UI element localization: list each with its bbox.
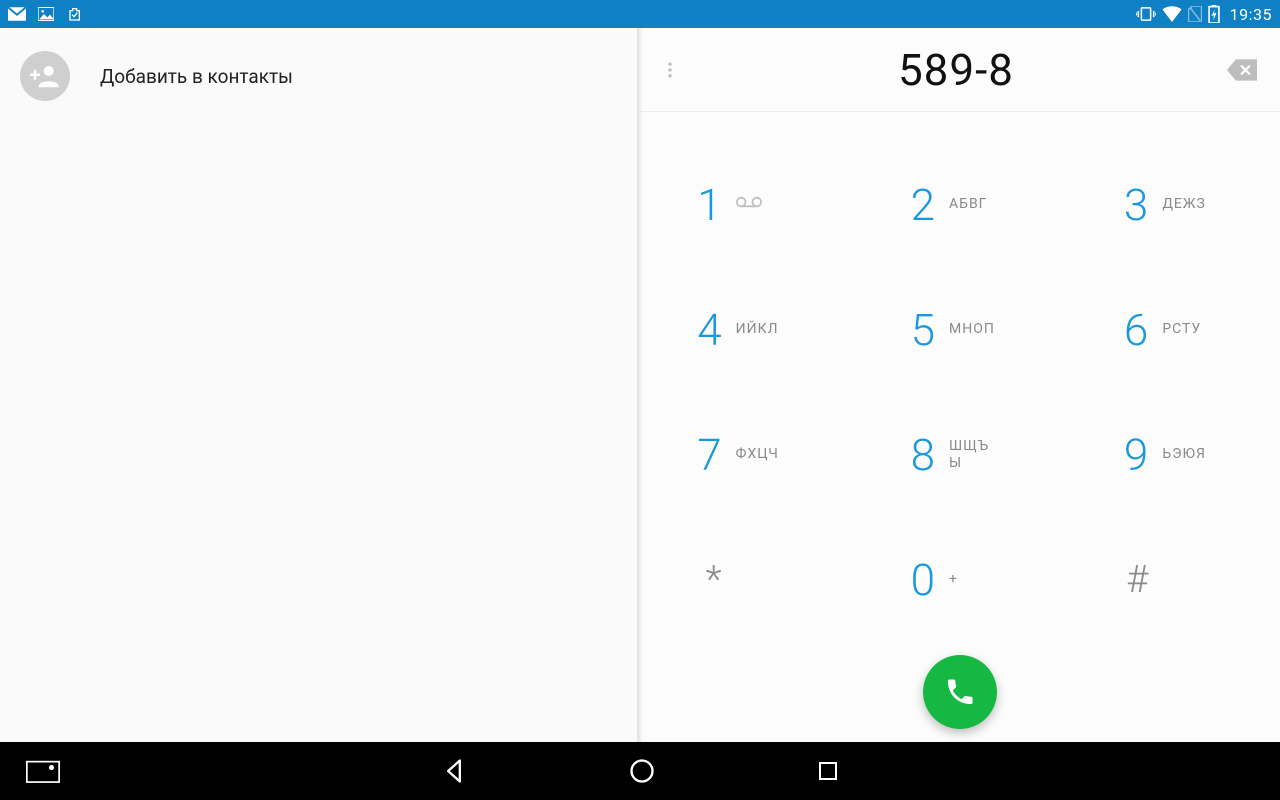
dialpad-key-#[interactable]: #	[1067, 517, 1280, 642]
gallery-icon	[38, 7, 54, 21]
key-letters: МНОП	[949, 321, 995, 337]
dialpad: 1 2 АБВГ 3 ДЕЖЗ 4 ИЙКЛ 5 МНОП 6 РСТУ 7 ФХЦЧ 8 ШЩЪЫ 9 ЬЭЮ…	[640, 112, 1280, 642]
key-letters: ИЙКЛ	[736, 321, 779, 337]
dialpad-key-1[interactable]: 1	[640, 142, 853, 267]
dialpad-key-8[interactable]: 8 ШЩЪЫ	[853, 392, 1066, 517]
key-letters: АБВГ	[949, 196, 987, 212]
status-bar: 19:35	[0, 0, 1280, 28]
nav-recent-button[interactable]	[816, 759, 840, 783]
dialpad-key-4[interactable]: 4 ИЙКЛ	[640, 267, 853, 392]
battery-charging-icon	[1208, 5, 1220, 23]
status-clock: 19:35	[1230, 5, 1272, 24]
nav-home-button[interactable]	[628, 757, 656, 785]
key-digit: 7	[682, 433, 722, 477]
add-to-contacts-label: Добавить в контакты	[100, 65, 293, 88]
key-digit: 9	[1108, 433, 1148, 477]
key-digit: 1	[682, 183, 722, 227]
screenshot-button[interactable]	[26, 759, 60, 783]
key-digit: 5	[895, 308, 935, 352]
dialpad-key-0[interactable]: 0+	[853, 517, 1066, 642]
key-digit: #	[1108, 561, 1148, 599]
key-letters: ДЕЖЗ	[1162, 196, 1206, 212]
dialer-header: 589-8	[640, 28, 1280, 112]
wifi-icon	[1162, 6, 1182, 22]
key-digit: 3	[1108, 183, 1148, 227]
nav-back-button[interactable]	[440, 757, 468, 785]
key-digit: *	[682, 561, 722, 599]
backspace-button[interactable]	[1218, 46, 1266, 94]
call-button[interactable]	[923, 655, 997, 729]
key-digit: 4	[682, 308, 722, 352]
dialpad-key-6[interactable]: 6 РСТУ	[1067, 267, 1280, 392]
vibrate-icon	[1136, 6, 1156, 22]
key-letters: +	[949, 571, 958, 587]
key-letters: ФХЦЧ	[736, 446, 779, 462]
key-letters: РСТУ	[1162, 321, 1201, 337]
voicemail-icon	[736, 195, 762, 209]
gmail-icon	[8, 7, 26, 21]
add-contact-icon	[20, 51, 70, 101]
dialpad-key-3[interactable]: 3 ДЕЖЗ	[1067, 142, 1280, 267]
key-digit: 8	[895, 433, 935, 477]
key-letters	[736, 195, 762, 213]
no-sim-icon	[1188, 6, 1202, 22]
dialpad-key-2[interactable]: 2 АБВГ	[853, 142, 1066, 267]
key-letters: ЬЭЮЯ	[1162, 446, 1206, 462]
key-digit: 6	[1108, 308, 1148, 352]
dialpad-key-*[interactable]: *	[640, 517, 853, 642]
dialer-panel: 589-8 1 2 АБВГ 3 ДЕЖЗ 4 ИЙКЛ 5 МНОП 6 РСТУ 7 ФХЦЧ 8 ШЩ…	[640, 28, 1280, 742]
dialed-number-display[interactable]: 589-8	[898, 44, 1014, 96]
dialpad-key-9[interactable]: 9 ЬЭЮЯ	[1067, 392, 1280, 517]
suggestions-panel: Добавить в контакты	[0, 28, 640, 742]
dialpad-key-7[interactable]: 7 ФХЦЧ	[640, 392, 853, 517]
key-letters: ШЩЪЫ	[949, 438, 989, 470]
navigation-bar	[0, 742, 1280, 800]
key-digit: 0	[895, 558, 935, 602]
playstore-icon	[66, 6, 82, 22]
key-digit: 2	[895, 183, 935, 227]
more-options-button[interactable]	[646, 46, 694, 94]
add-to-contacts-row[interactable]: Добавить в контакты	[0, 28, 640, 124]
dialpad-key-5[interactable]: 5 МНОП	[853, 267, 1066, 392]
